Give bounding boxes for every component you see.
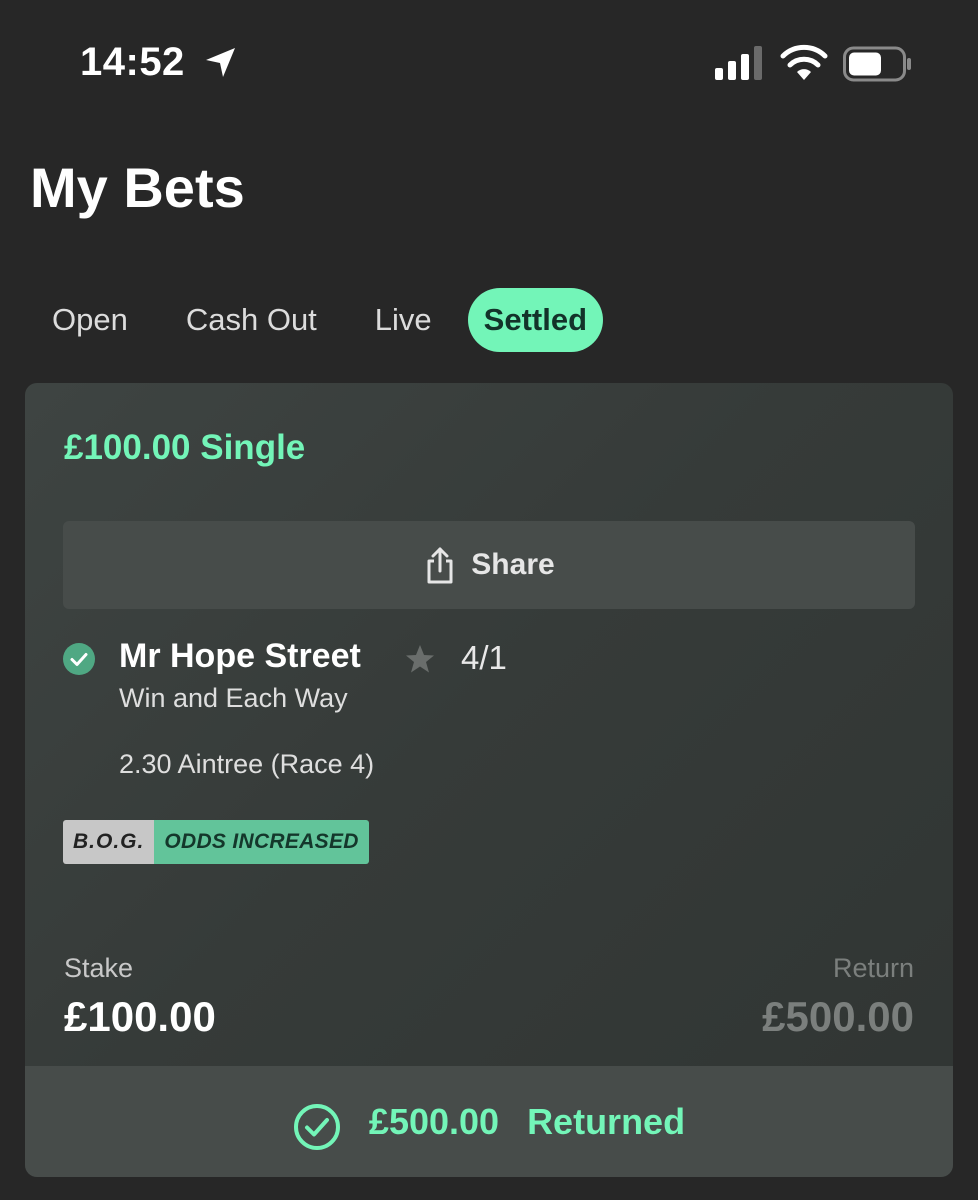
return-label: Return [832, 953, 914, 983]
check-circle-outline-icon [293, 1103, 340, 1150]
wifi-icon [780, 44, 828, 80]
event-name: 2.30 Aintree (Race 4) [119, 749, 375, 779]
tab-live[interactable]: Live [353, 288, 454, 352]
location-arrow-icon [206, 48, 235, 77]
selection-name: Mr Hope Street [119, 637, 361, 675]
odds-increased-label: ODDS INCREASED [154, 820, 369, 864]
market-type: Win and Each Way [119, 683, 348, 713]
odds: 4/1 [461, 639, 507, 676]
returned-status-bar: £500.00 Returned [25, 1066, 953, 1177]
bog-badge: B.O.G. ODDS INCREASED [63, 820, 369, 864]
check-circle-icon [63, 643, 95, 675]
signal-icon [715, 46, 762, 80]
tab-open[interactable]: Open [30, 288, 150, 352]
bog-badge-label: B.O.G. [63, 820, 155, 864]
share-button[interactable]: Share [63, 521, 915, 609]
battery-icon [843, 46, 911, 82]
tab-settled[interactable]: Settled [467, 288, 604, 352]
share-icon [427, 547, 453, 584]
star-icon[interactable] [405, 644, 435, 674]
page-title: My Bets [30, 156, 245, 219]
tab-cash-out[interactable]: Cash Out [164, 288, 339, 352]
status-bar: 14:52 [0, 0, 978, 130]
bet-title: £100.00 Single [64, 428, 306, 467]
stake-value: £100.00 [64, 993, 216, 1040]
bet-tabs: Open Cash Out Live Settled [30, 288, 617, 352]
return-value: £500.00 [762, 993, 914, 1040]
status-time: 14:52 [80, 40, 185, 84]
returned-amount: £500.00 [368, 1100, 500, 1142]
bet-card: £100.00 Single Share Mr Hope Street 4/1 … [25, 383, 953, 1177]
share-label: Share [471, 548, 555, 581]
returned-label: Returned [527, 1100, 686, 1142]
stake-label: Stake [64, 953, 134, 983]
